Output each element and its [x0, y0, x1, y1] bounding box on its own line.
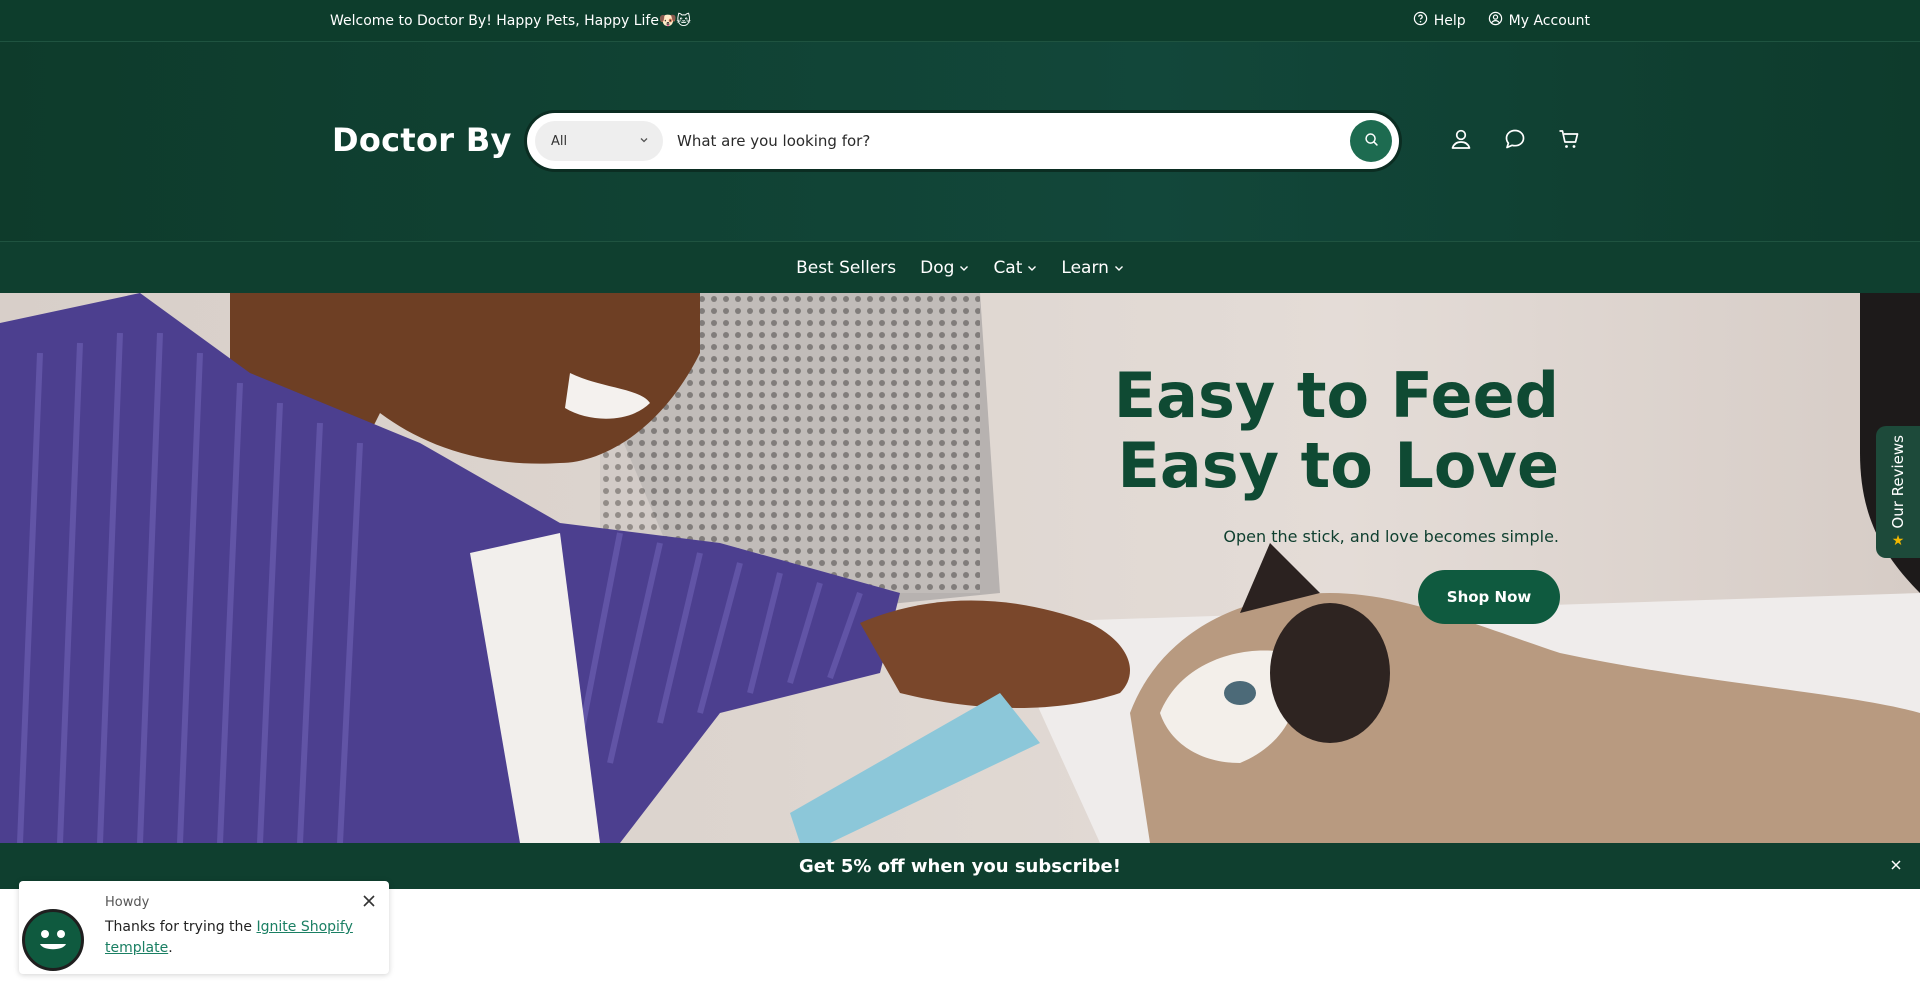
nav-label: Best Sellers: [796, 257, 897, 278]
nav-item-learn[interactable]: Learn: [1061, 258, 1124, 278]
smiley-avatar-icon: [22, 909, 84, 971]
nav-label: Dog: [920, 257, 955, 278]
chevron-down-icon: [1114, 258, 1124, 278]
nav-label: Learn: [1061, 257, 1109, 278]
chevron-down-icon: [639, 134, 649, 149]
nav-item-dog[interactable]: Dog: [920, 258, 969, 278]
topbar-links: Help My Account: [1413, 11, 1590, 30]
star-icon: ★: [1891, 532, 1905, 549]
search-icon: [1364, 132, 1379, 151]
search-category-select[interactable]: All: [535, 121, 663, 161]
chevron-down-icon: [1027, 258, 1037, 278]
close-icon[interactable]: [361, 893, 377, 909]
search-input[interactable]: [677, 132, 1350, 150]
header-actions: [1449, 127, 1581, 151]
help-icon: [1413, 11, 1428, 30]
account-icon[interactable]: [1449, 127, 1473, 151]
my-account-label: My Account: [1508, 12, 1590, 29]
subscribe-text: Get 5% off when you subscribe!: [799, 855, 1121, 877]
hero-title: Easy to Feed Easy to Love: [1114, 361, 1559, 501]
site-logo[interactable]: Doctor By: [332, 121, 512, 159]
search-category-value: All: [551, 133, 568, 149]
hero-subtitle: Open the stick, and love becomes simple.: [1223, 527, 1559, 546]
our-reviews-tab[interactable]: Our Reviews ★: [1876, 426, 1920, 558]
site-header: Doctor By All: [0, 42, 1920, 241]
toast-message-prefix: Thanks for trying the: [105, 919, 257, 935]
toast-title: Howdy: [105, 895, 150, 910]
help-label: Help: [1433, 12, 1466, 29]
announcement-bar: Welcome to Doctor By! Happy Pets, Happy …: [0, 0, 1920, 42]
shop-now-button[interactable]: Shop Now: [1418, 570, 1560, 624]
my-account-link[interactable]: My Account: [1488, 11, 1590, 30]
nav-item-cat[interactable]: Cat: [993, 258, 1037, 278]
search-button[interactable]: [1350, 120, 1392, 162]
hero-banner: Easy to Feed Easy to Love Open the stick…: [0, 293, 1920, 843]
toast-message-suffix: .: [168, 940, 173, 956]
search-bar: All: [527, 113, 1399, 169]
nav-label: Cat: [993, 257, 1023, 278]
user-circle-icon: [1488, 11, 1503, 30]
main-navigation: Best Sellers Dog Cat Learn: [0, 241, 1920, 293]
chat-icon[interactable]: [1503, 127, 1527, 151]
hero-title-line-2: Easy to Love: [1117, 429, 1559, 502]
nav-item-best-sellers[interactable]: Best Sellers: [796, 258, 896, 278]
cart-icon[interactable]: [1557, 127, 1581, 151]
reviews-label: Our Reviews: [1889, 435, 1907, 529]
welcome-toast: Howdy Thanks for trying the Ignite Shopi…: [19, 881, 389, 974]
toast-message: Thanks for trying the Ignite Shopify tem…: [105, 917, 365, 959]
hero-title-line-1: Easy to Feed: [1113, 359, 1559, 432]
hero-image: [0, 293, 1920, 843]
help-link[interactable]: Help: [1413, 11, 1466, 30]
close-icon[interactable]: [1888, 857, 1904, 873]
chevron-down-icon: [959, 258, 969, 278]
welcome-message: Welcome to Doctor By! Happy Pets, Happy …: [330, 12, 691, 29]
